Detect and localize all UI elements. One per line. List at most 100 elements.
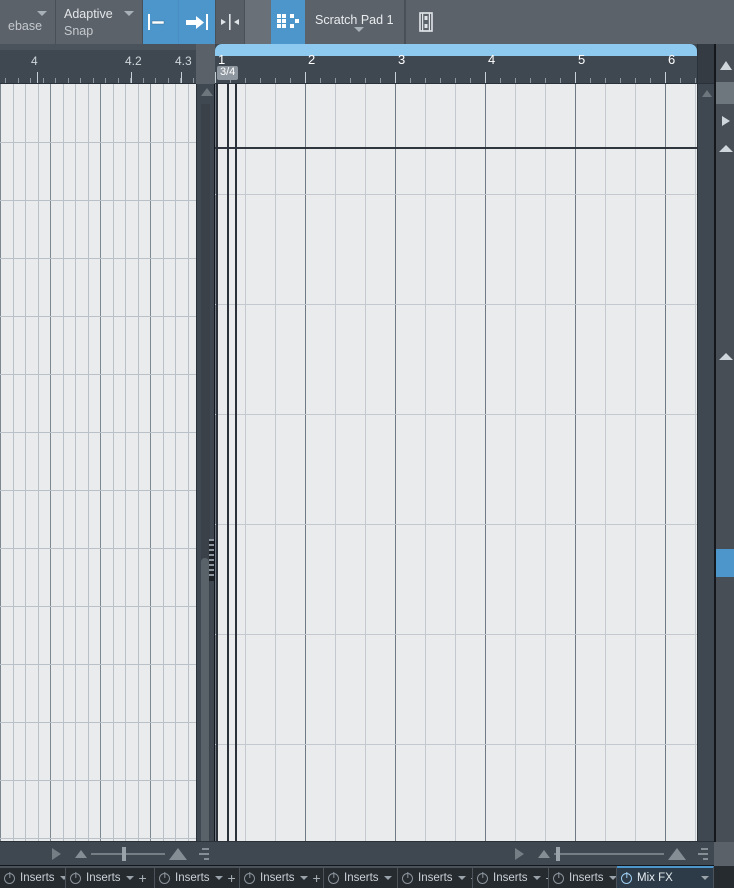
right-pane-scrollbar[interactable] <box>697 84 714 841</box>
zoom-steps-icon[interactable] <box>696 847 708 861</box>
flip-separator-button[interactable] <box>215 0 245 44</box>
scratch-pad-selector[interactable]: Scratch Pad 1 <box>305 0 405 44</box>
left-pane-scrollbar-thumb[interactable] <box>201 558 209 848</box>
zoom-out-icon[interactable] <box>538 849 550 858</box>
grid-beat-line <box>335 84 336 841</box>
power-icon[interactable] <box>4 872 15 884</box>
ruler-tick <box>335 78 336 83</box>
chevron-down-icon[interactable] <box>701 876 709 880</box>
inserts-strip[interactable]: Inserts+ <box>324 866 398 888</box>
grid-beat-line <box>13 84 14 841</box>
ruler-label: 5 <box>578 52 586 67</box>
ruler-label: 4.2 <box>125 54 142 68</box>
power-icon[interactable] <box>553 872 564 884</box>
toolbar-gap <box>245 0 271 44</box>
scroll-up-arrow-icon[interactable] <box>702 90 712 97</box>
inserts-strip[interactable]: Inserts <box>549 866 617 888</box>
movie-button[interactable] <box>404 0 447 44</box>
toolbar-spacer <box>446 0 734 44</box>
chevron-down-icon[interactable] <box>532 876 541 880</box>
snap-mode-menu[interactable]: Adaptive Snap <box>56 0 143 44</box>
editor-pane-right[interactable] <box>215 84 697 841</box>
power-icon[interactable] <box>244 872 255 884</box>
power-icon[interactable] <box>477 872 488 884</box>
zoom-slider-left[interactable] <box>91 846 165 861</box>
mix-fx-strip[interactable]: Mix FX <box>617 866 714 888</box>
zoom-slider-right[interactable] <box>554 846 664 861</box>
ruler-tick <box>30 78 31 83</box>
ruler-tick <box>105 78 106 83</box>
snap-to-region-start-button[interactable] <box>143 0 179 44</box>
grid-row-line <box>215 744 697 745</box>
section-divider-line <box>215 147 697 149</box>
sidebar-selected-band[interactable] <box>716 549 734 577</box>
chevron-down-icon[interactable] <box>214 876 223 880</box>
grid-row-line <box>0 258 196 259</box>
play-triangle-icon[interactable] <box>52 847 61 860</box>
film-strip-icon <box>419 12 433 32</box>
power-icon[interactable] <box>159 872 170 884</box>
inserts-label: Inserts <box>20 872 55 884</box>
add-insert-button[interactable]: + <box>139 871 147 885</box>
inserts-strip[interactable]: Inserts+ <box>0 866 66 888</box>
scratch-pad-button[interactable] <box>271 0 305 44</box>
snap-to-region-end-button[interactable] <box>179 0 215 44</box>
ruler-tick <box>410 78 411 83</box>
add-insert-button[interactable]: + <box>313 871 321 885</box>
snap-sublabel: Snap <box>64 23 94 38</box>
power-icon[interactable] <box>621 872 632 884</box>
chevron-down-icon[interactable] <box>125 876 134 880</box>
time-signature-badge[interactable]: 3/4 <box>217 66 239 80</box>
cycle-range-bar[interactable] <box>215 44 697 56</box>
zoom-in-icon[interactable] <box>668 847 686 860</box>
ruler-label: 4.3 <box>175 54 192 68</box>
chevron-down-icon <box>37 11 47 16</box>
sidebar-arrow-up-button-2[interactable] <box>716 136 734 160</box>
right-scrollbar-header <box>697 44 714 84</box>
ruler-tick <box>305 72 306 83</box>
scroll-up-arrow-icon[interactable] <box>201 88 213 96</box>
zoom-row-left <box>0 841 215 866</box>
editor-pane-left[interactable] <box>0 84 196 841</box>
ruler-tick <box>605 78 606 83</box>
inserts-strip[interactable]: Inserts+ <box>240 866 324 888</box>
grid-beat-line <box>605 84 606 841</box>
power-icon[interactable] <box>328 872 339 884</box>
inserts-strip[interactable]: Inserts+ <box>155 866 240 888</box>
grid-row-line <box>0 316 196 317</box>
sidebar-arrow-up-button-3[interactable] <box>716 344 734 368</box>
add-insert-button[interactable]: + <box>228 871 236 885</box>
zoom-out-icon[interactable] <box>75 849 87 858</box>
zoom-steps-icon[interactable] <box>197 847 209 861</box>
ruler-tick <box>92 78 94 83</box>
grid-row-line <box>0 142 196 143</box>
inserts-strip[interactable]: Inserts+ <box>398 866 473 888</box>
grid-beat-line <box>635 84 636 841</box>
zoom-row-right <box>215 841 714 866</box>
splitter-grip-handle[interactable] <box>209 539 214 581</box>
chevron-down-icon[interactable] <box>299 876 308 880</box>
scratch-pad-icon <box>277 14 299 28</box>
chevron-down-icon[interactable] <box>457 876 466 880</box>
ruler-tick <box>155 78 156 83</box>
chevron-down-icon[interactable] <box>383 876 392 880</box>
ruler-right[interactable]: 3/4 1 2 3 4 5 6 <box>215 44 697 84</box>
power-icon[interactable] <box>402 872 413 884</box>
chevron-down-icon[interactable] <box>608 876 616 880</box>
timebase-menu[interactable]: ebase <box>0 0 56 44</box>
pane-splitter[interactable] <box>196 84 215 848</box>
daw-window: ebase Adaptive Snap Scratch Pad 1 4 4.2 … <box>0 0 734 888</box>
grid-beat-line <box>125 84 126 841</box>
sidebar-arrow-right-button[interactable] <box>716 106 734 136</box>
play-triangle-icon[interactable] <box>515 847 524 860</box>
zoom-slider-knob[interactable] <box>556 846 561 861</box>
inserts-strip[interactable]: Inserts+ <box>473 866 549 888</box>
ruler-left[interactable]: 44.24.34.4 <box>0 44 196 84</box>
sidebar-band[interactable] <box>716 82 734 104</box>
zoom-slider-knob[interactable] <box>122 846 127 861</box>
sidebar-arrow-up-button[interactable] <box>716 50 734 80</box>
inserts-strip[interactable]: Inserts+ <box>66 866 155 888</box>
power-icon[interactable] <box>70 872 81 884</box>
grid-beat-line <box>365 84 366 841</box>
zoom-in-icon[interactable] <box>169 847 187 860</box>
